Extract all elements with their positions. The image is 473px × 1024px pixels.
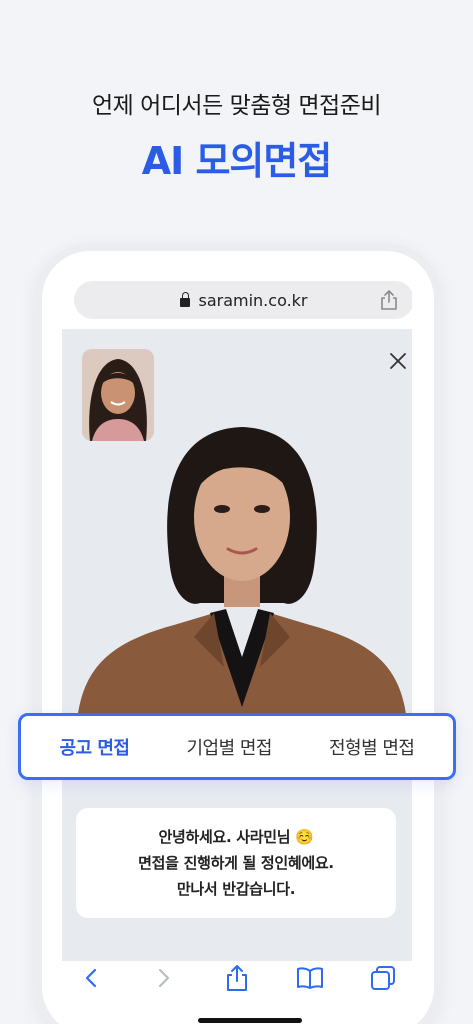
message-line-2: 면접을 진행하게 될 정인혜에요.	[138, 854, 334, 872]
close-icon[interactable]	[388, 351, 408, 371]
share-icon	[226, 965, 247, 991]
interview-type-tabs: 공고 면접 기업별 면접 전형별 면접	[18, 713, 456, 780]
forward-icon	[158, 968, 169, 988]
forward-button[interactable]	[148, 962, 180, 994]
interviewer-message-bubble: 안녕하세요. 사라민님 ☺️ 면접을 진행하게 될 정인혜에요. 만나서 반갑습…	[76, 808, 396, 918]
url-text: saramin.co.kr	[198, 290, 308, 310]
back-button[interactable]	[75, 962, 107, 994]
tab-job-posting-interview[interactable]: 공고 면접	[59, 734, 130, 760]
message-line-3: 만나서 반갑습니다.	[176, 880, 296, 898]
browser-toolbar	[54, 948, 419, 1008]
back-icon	[85, 968, 96, 988]
tab-company-interview[interactable]: 기업별 면접	[186, 734, 272, 760]
message-line-1: 안녕하세요. 사라민님 ☺️	[158, 828, 314, 846]
promo-headline: 언제 어디서든 맞춤형 면접준비	[91, 93, 382, 119]
share-icon[interactable]	[380, 290, 398, 310]
address-bar[interactable]: saramin.co.kr	[74, 281, 412, 319]
promo-title: AI 모의면접	[141, 139, 333, 183]
ai-interviewer-avatar	[76, 427, 408, 737]
bookmarks-icon	[296, 967, 323, 989]
lock-icon	[180, 291, 191, 307]
tabs-button[interactable]	[367, 962, 399, 994]
tab-stage-interview[interactable]: 전형별 면접	[329, 734, 415, 760]
bookmarks-button[interactable]	[294, 962, 326, 994]
share-button[interactable]	[221, 962, 253, 994]
tabs-icon	[370, 966, 395, 990]
home-indicator	[198, 1018, 302, 1023]
